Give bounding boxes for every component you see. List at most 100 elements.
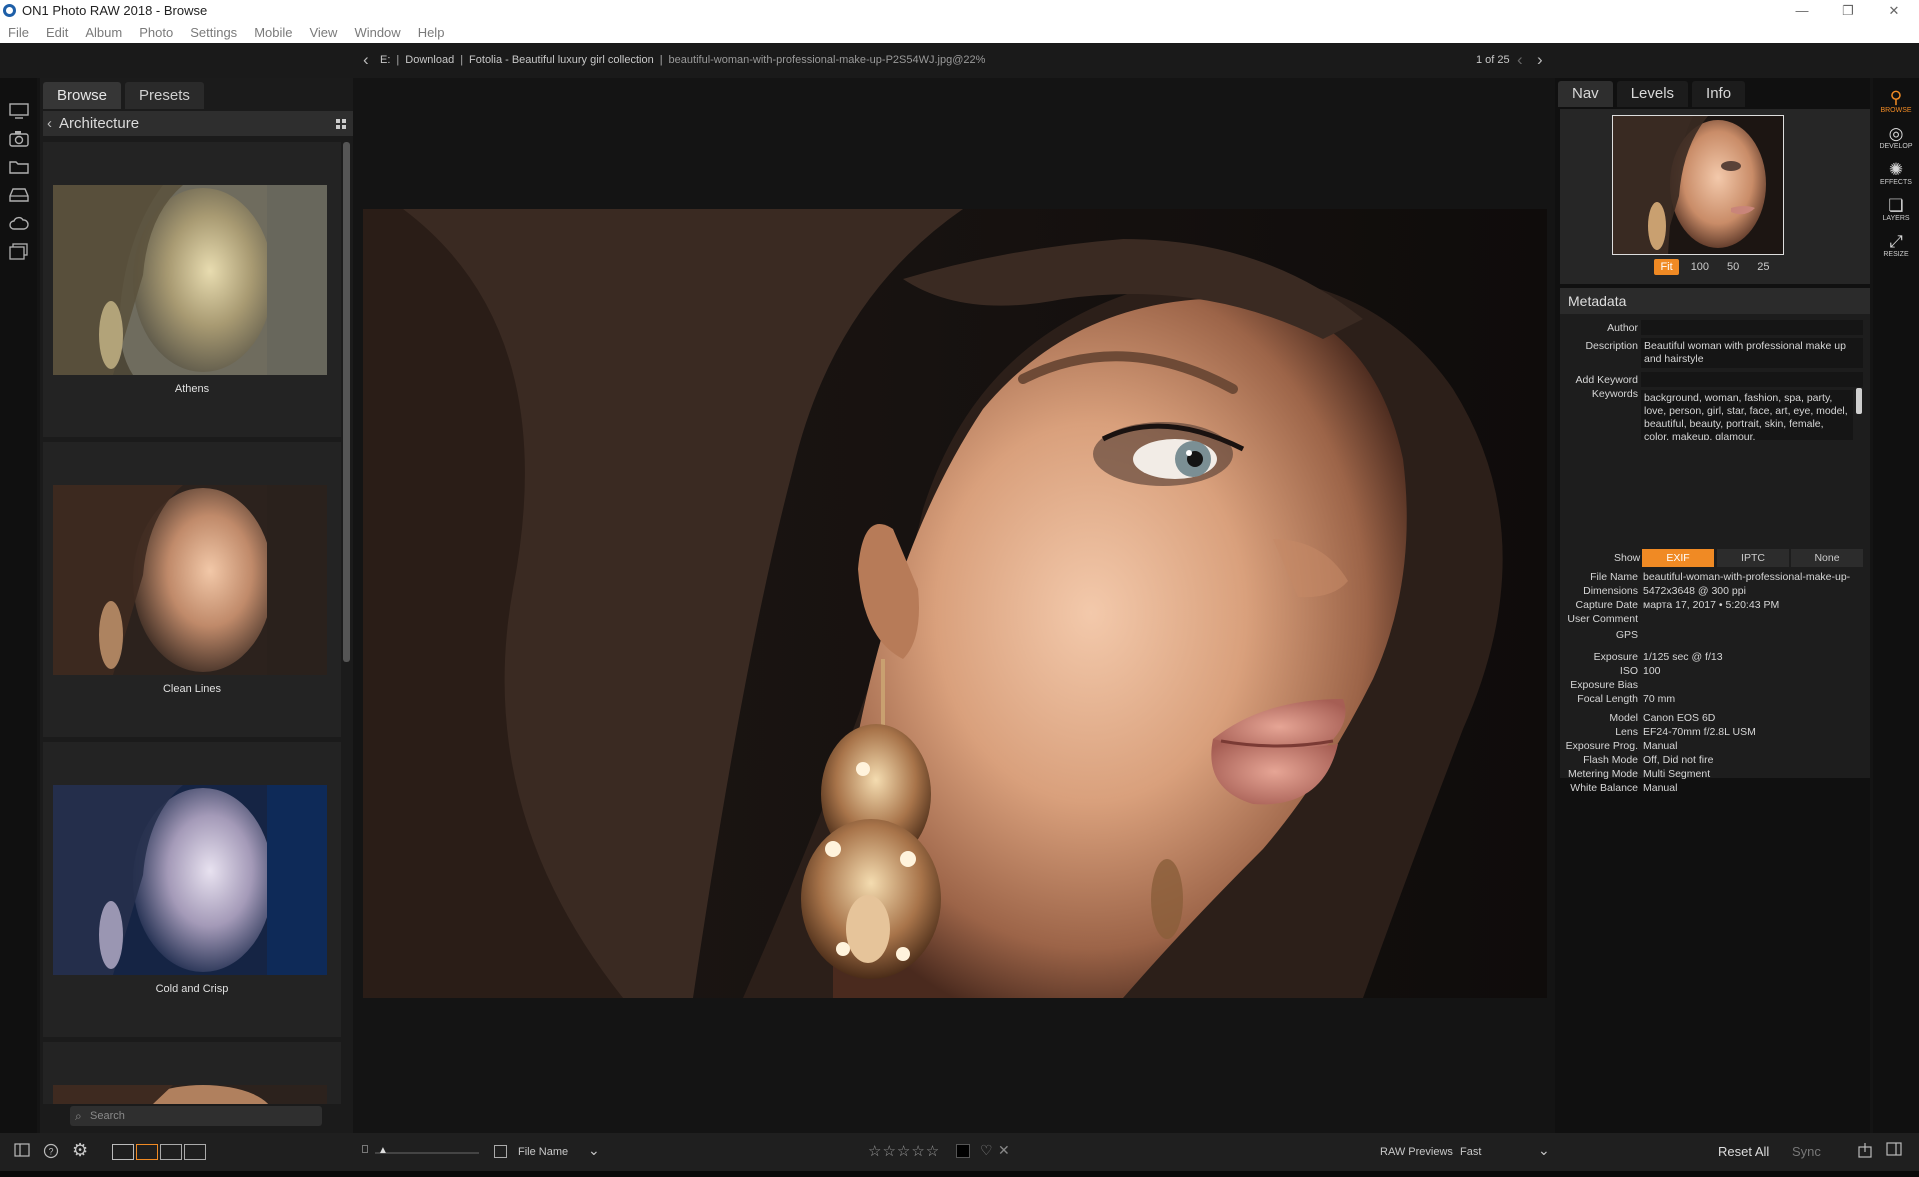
menu-help[interactable]: Help [418,25,445,40]
resize-icon: ⤢ [1889,232,1903,251]
next-image-chevron-icon[interactable]: › [1537,50,1543,70]
preset-tile-clean-lines[interactable]: Clean Lines [43,442,341,737]
preset-tile-partial[interactable] [43,1042,341,1104]
sync-button[interactable]: Sync [1792,1144,1821,1159]
preset-tile-athens[interactable]: Athens [43,142,341,437]
toggle-panel-icon[interactable] [14,1143,30,1160]
meta-author-field[interactable] [1641,320,1863,335]
exif-label: Metering Mode [1567,768,1638,780]
exif-label: White Balance [1570,782,1638,794]
tab-levels[interactable]: Levels [1616,81,1689,107]
zoom-level-selector: Fit 100 50 25 [1560,259,1870,275]
module-layers[interactable]: ❏ LAYERS [1873,196,1919,222]
module-resize[interactable]: ⤢ RESIZE [1873,232,1919,258]
meta-add-keyword-input[interactable] [1641,372,1863,387]
preset-category-header[interactable]: ‹ Architecture [43,111,353,136]
exif-label: Capture Date [1575,599,1638,611]
menu-file[interactable]: File [8,25,29,40]
exif-value: Multi Segment [1643,768,1711,780]
menu-settings[interactable]: Settings [190,25,237,40]
menu-album[interactable]: Album [85,25,122,40]
preset-search-input[interactable]: ⌕ Search [70,1106,322,1126]
metadata-header[interactable]: Metadata [1560,288,1870,314]
meta-description-field[interactable]: Beautiful woman with professional make u… [1641,338,1863,368]
menu-window[interactable]: Window [354,25,400,40]
detail-view-button[interactable] [160,1144,182,1160]
exif-label: GPS [1615,629,1638,641]
presets-scrollbar[interactable] [343,142,350,662]
exif-label: Model [1609,712,1638,724]
window-title: ON1 Photo RAW 2018 - Browse [22,3,208,18]
filmstrip-view-button[interactable] [136,1144,158,1160]
back-chevron-icon[interactable]: ‹ [47,111,52,136]
thumbnail-size-slider[interactable] [375,1152,479,1154]
color-label-swatch[interactable] [956,1144,970,1158]
grid-view-icon[interactable] [336,119,346,129]
sort-by-select[interactable]: File Name [518,1146,568,1158]
raw-previews-chevron-icon[interactable]: ⌄ [1538,1142,1550,1159]
close-button[interactable]: ✕ [1874,0,1914,21]
export-share-icon[interactable] [1857,1142,1873,1161]
zoom-25-button[interactable]: 25 [1751,259,1775,275]
slider-handle-icon[interactable]: ▲ [378,1145,388,1156]
zoom-fit-button[interactable]: Fit [1654,259,1679,275]
breadcrumb-folder-download[interactable]: Download [405,54,454,66]
show-iptc-button[interactable]: IPTC [1717,549,1789,567]
grid-view-button[interactable] [112,1144,134,1160]
reject-x-icon[interactable]: ✕ [998,1142,1010,1159]
navigator-thumbnail[interactable] [1612,115,1784,255]
zoom-50-button[interactable]: 50 [1721,259,1745,275]
show-exif-button[interactable]: EXIF [1642,549,1714,567]
breadcrumb-drive[interactable]: E: [380,54,390,66]
compare-view-button[interactable] [184,1144,206,1160]
prev-image-chevron-icon[interactable]: ‹ [1517,50,1523,70]
preset-tile-cold-and-crisp[interactable]: Cold and Crisp [43,742,341,1037]
exif-value [1641,679,1863,694]
albums-icon[interactable] [9,243,29,263]
meta-keywords-field[interactable]: background, woman, fashion, spa, party, … [1641,390,1853,440]
exif-value: марта 17, 2017 • 5:20:43 PM [1643,599,1780,611]
tab-nav[interactable]: Nav [1558,81,1613,107]
breadcrumb-folder-collection[interactable]: Fotolia - Beautiful luxury girl collecti… [469,54,654,66]
main-photo[interactable] [363,209,1547,998]
select-checkbox[interactable] [494,1145,507,1158]
right-tab-strip: Nav Levels Info [1558,81,1746,107]
menu-edit[interactable]: Edit [46,25,68,40]
os-taskbar-edge [0,1171,1919,1177]
menu-photo[interactable]: Photo [139,25,173,40]
computer-icon[interactable] [9,102,29,122]
minimize-button[interactable]: — [1782,0,1822,21]
module-effects[interactable]: ✺ EFFECTS [1873,160,1919,186]
tab-browse[interactable]: Browse [43,82,122,109]
menu-view[interactable]: View [309,25,337,40]
show-none-button[interactable]: None [1791,549,1863,567]
camera-icon[interactable] [9,130,29,150]
image-viewer[interactable] [355,78,1552,1133]
toggle-right-panel-icon[interactable] [1886,1142,1902,1159]
path-back-chevron-icon[interactable]: ‹ [363,50,369,70]
help-icon[interactable]: ? [43,1143,59,1162]
exif-value: Manual [1643,740,1678,752]
reset-all-button[interactable]: Reset All [1718,1144,1769,1159]
keywords-scrollbar[interactable] [1856,388,1862,414]
maximize-button[interactable]: ❐ [1828,0,1868,21]
sort-dropdown-chevron-icon[interactable]: ⌄ [588,1142,600,1159]
meta-show-label: Show [1614,552,1641,564]
menu-mobile[interactable]: Mobile [254,25,292,40]
raw-previews-select[interactable]: Fast [1460,1146,1481,1158]
tab-presets[interactable]: Presets [125,82,204,109]
folder-icon[interactable] [9,158,29,178]
drive-icon[interactable] [9,186,29,206]
module-browse[interactable]: ⚲ BROWSE [1873,88,1919,114]
like-heart-icon[interactable]: ♡ [980,1142,993,1159]
layers-icon: ❏ [1888,196,1904,215]
effects-icon: ✺ [1888,160,1904,179]
zoom-100-button[interactable]: 100 [1685,259,1715,275]
star-rating-icon[interactable]: ☆☆☆☆☆ [868,1142,940,1160]
title-bar: ON1 Photo RAW 2018 - Browse — ❐ ✕ [0,0,1919,21]
module-develop[interactable]: ◎ DEVELOP [1873,124,1919,150]
settings-gear-icon[interactable]: ⚙ [72,1140,88,1161]
preset-label: Clean Lines [162,683,222,695]
tab-info[interactable]: Info [1692,81,1746,107]
cloud-icon[interactable] [9,215,29,235]
